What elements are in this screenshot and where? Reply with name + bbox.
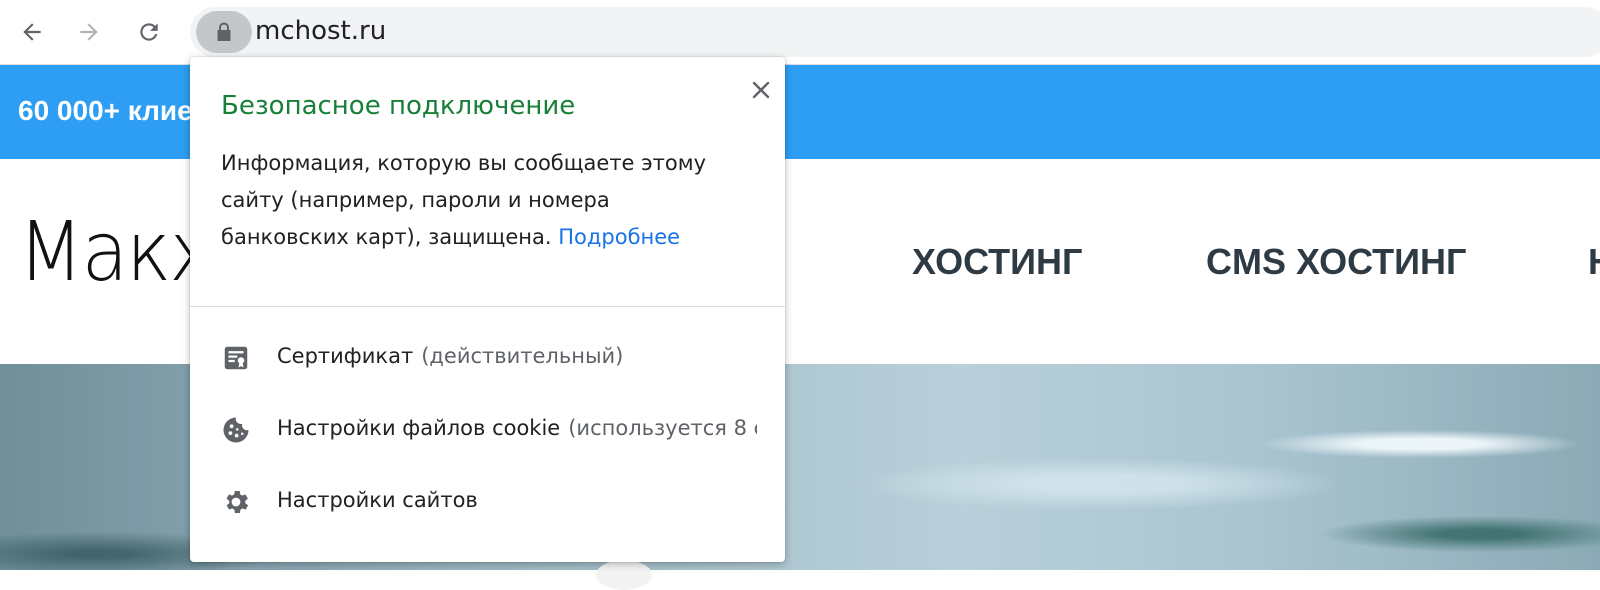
cookie-icon	[220, 414, 252, 446]
close-button[interactable]	[744, 73, 778, 107]
lock-icon	[217, 22, 231, 41]
site-settings-label: Настройки сайтов	[277, 488, 478, 512]
cookie-settings-row[interactable]: Настройки файлов cookie (используется 8 с	[190, 394, 785, 466]
site-info-button[interactable]	[196, 11, 252, 53]
forward-button[interactable]	[71, 14, 107, 50]
certificate-label: Сертификат (действительный)	[277, 344, 623, 368]
cookie-label: Настройки файлов cookie (используется 8 с	[277, 416, 757, 440]
address-bar[interactable]	[190, 7, 1600, 57]
promo-text: 60 000+ клие	[18, 95, 193, 126]
menu-item-cms-hosting[interactable]: CMS ХОСТИНГ	[1206, 241, 1466, 283]
reload-icon	[140, 23, 158, 41]
popup-title: Безопасное подключение	[221, 91, 576, 121]
cookie-usage-count: (используется 8 с	[568, 416, 757, 440]
cookie-label-clip: Настройки файлов cookie (используется 8 с	[277, 394, 757, 466]
hero-slider-dot[interactable]	[596, 560, 652, 590]
certificate-icon	[220, 342, 252, 374]
reload-button[interactable]	[131, 14, 167, 50]
arrow-right-icon	[80, 23, 98, 41]
close-icon	[752, 81, 770, 99]
gear-icon	[220, 486, 252, 518]
site-info-popup: Безопасное подключение Информация, котор…	[190, 57, 785, 562]
browser-toolbar: mchost.ru	[0, 0, 1600, 65]
learn-more-link[interactable]: Подробнее	[558, 225, 680, 249]
certificate-status: (действительный)	[421, 344, 624, 368]
certificate-label-text: Сертификат	[277, 344, 414, 368]
site-settings-row[interactable]: Настройки сайтов	[190, 466, 785, 538]
cookie-label-text: Настройки файлов cookie	[277, 416, 561, 440]
divider	[190, 306, 785, 307]
certificate-row[interactable]: Сертификат (действительный)	[190, 322, 785, 394]
arrow-left-icon	[23, 23, 41, 41]
popup-description: Информация, которую вы сообщаете этому с…	[221, 145, 741, 256]
url-text[interactable]: mchost.ru	[255, 16, 386, 46]
menu-item-hosting[interactable]: ХОСТИНГ	[912, 241, 1082, 283]
menu-item-partial[interactable]: Н	[1588, 241, 1600, 283]
back-button[interactable]	[14, 14, 50, 50]
